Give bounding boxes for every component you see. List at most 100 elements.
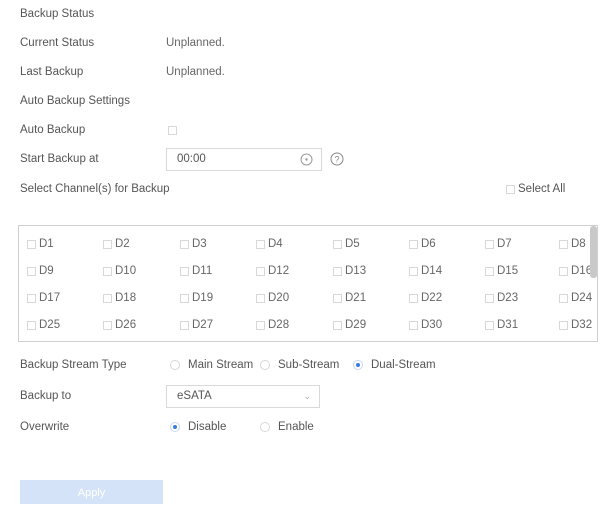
start-backup-time-input[interactable]: 00:00 [166, 148, 322, 171]
main-stream-option[interactable]: Main Stream [170, 359, 253, 371]
channel-option[interactable]: D23 [485, 292, 518, 304]
channel-label: D16 [571, 265, 593, 277]
channel-checkbox[interactable] [103, 320, 112, 330]
auto-backup-checkbox[interactable] [168, 126, 177, 135]
channel-label: D3 [192, 238, 207, 250]
channel-checkbox[interactable] [27, 320, 36, 330]
channel-option[interactable]: D25 [27, 319, 60, 331]
channel-option[interactable]: D19 [180, 292, 213, 304]
channel-checkbox[interactable] [333, 239, 342, 249]
channel-option[interactable]: D15 [485, 265, 518, 277]
channel-label: D5 [345, 238, 360, 250]
channel-checkbox[interactable] [333, 293, 342, 303]
channel-option[interactable]: D5 [333, 238, 360, 250]
apply-button[interactable]: Apply [20, 480, 163, 504]
svg-text:?: ? [334, 155, 339, 165]
channel-checkbox[interactable] [27, 239, 36, 249]
channel-label: D10 [115, 265, 137, 277]
channel-checkbox[interactable] [409, 293, 418, 303]
sub-stream-radio[interactable] [260, 360, 270, 370]
channel-checkbox[interactable] [103, 293, 112, 303]
last-backup-label: Last Backup [20, 66, 84, 78]
channel-label: D23 [497, 292, 519, 304]
channel-checkbox[interactable] [27, 293, 36, 303]
channel-option[interactable]: D29 [333, 319, 366, 331]
channel-checkbox[interactable] [559, 239, 568, 249]
channel-option[interactable]: D26 [103, 319, 136, 331]
channel-checkbox[interactable] [256, 293, 265, 303]
channel-label: D25 [39, 319, 61, 331]
sub-stream-label: Sub-Stream [278, 359, 340, 371]
channel-option[interactable]: D27 [180, 319, 213, 331]
channel-checkbox[interactable] [485, 293, 494, 303]
overwrite-enable-option[interactable]: Enable [260, 421, 314, 433]
channel-checkbox[interactable] [256, 266, 265, 276]
channel-label: D14 [421, 265, 443, 277]
clock-icon[interactable] [300, 153, 313, 166]
channel-label: D4 [268, 238, 283, 250]
select-all-checkbox[interactable] [506, 184, 515, 194]
channel-option[interactable]: D2 [103, 238, 130, 250]
channel-checkbox[interactable] [103, 266, 112, 276]
channel-checkbox[interactable] [485, 239, 494, 249]
channel-list-scrollbar[interactable] [590, 226, 597, 278]
start-backup-time-value: 00:00 [177, 153, 206, 165]
overwrite-disable-radio[interactable] [170, 422, 180, 432]
auto-backup-settings-heading: Auto Backup Settings [20, 95, 130, 107]
channel-option[interactable]: D11 [180, 265, 212, 277]
channel-option[interactable]: D8 [559, 238, 586, 250]
channel-option[interactable]: D13 [333, 265, 366, 277]
last-backup-value: Unplanned. [166, 66, 225, 78]
channel-checkbox[interactable] [559, 293, 568, 303]
channel-option[interactable]: D9 [27, 265, 54, 277]
channel-option[interactable]: D21 [333, 292, 366, 304]
help-icon[interactable]: ? [330, 152, 344, 166]
channel-option[interactable]: D31 [485, 319, 518, 331]
backup-to-select[interactable]: eSATA ⌄ [166, 385, 320, 408]
channel-label: D30 [421, 319, 443, 331]
channel-option[interactable]: D10 [103, 265, 136, 277]
sub-stream-option[interactable]: Sub-Stream [260, 359, 339, 371]
overwrite-enable-radio[interactable] [260, 422, 270, 432]
channel-option[interactable]: D12 [256, 265, 289, 277]
channel-option[interactable]: D3 [180, 238, 207, 250]
channel-option[interactable]: D18 [103, 292, 136, 304]
channel-option[interactable]: D16 [559, 265, 592, 277]
channel-checkbox[interactable] [256, 320, 265, 330]
dual-stream-option[interactable]: Dual-Stream [353, 359, 436, 371]
channel-checkbox[interactable] [180, 266, 189, 276]
channel-checkbox[interactable] [180, 239, 189, 249]
channel-option[interactable]: D1 [27, 238, 54, 250]
channel-checkbox[interactable] [180, 320, 189, 330]
channel-option[interactable]: D17 [27, 292, 60, 304]
channel-list[interactable]: D1 D2 D3 D4 D5 D6 D7 D8 D9 D10 D11 D12 D13 D14 D15 D16 D… [18, 225, 598, 342]
channel-checkbox[interactable] [409, 320, 418, 330]
channel-checkbox[interactable] [409, 266, 418, 276]
channel-option[interactable]: D22 [409, 292, 442, 304]
select-all-option[interactable]: Select All [506, 183, 565, 195]
channel-checkbox[interactable] [27, 266, 36, 276]
channel-checkbox[interactable] [485, 266, 494, 276]
channel-checkbox[interactable] [333, 320, 342, 330]
channel-checkbox[interactable] [103, 239, 112, 249]
channel-option[interactable]: D24 [559, 292, 592, 304]
channel-checkbox[interactable] [559, 266, 568, 276]
channel-option[interactable]: D7 [485, 238, 512, 250]
channel-option[interactable]: D4 [256, 238, 283, 250]
channel-checkbox[interactable] [256, 239, 265, 249]
channel-label: D12 [268, 265, 290, 277]
channel-checkbox[interactable] [409, 239, 418, 249]
channel-option[interactable]: D6 [409, 238, 436, 250]
channel-option[interactable]: D32 [559, 319, 592, 331]
main-stream-radio[interactable] [170, 360, 180, 370]
channel-checkbox[interactable] [333, 266, 342, 276]
overwrite-disable-option[interactable]: Disable [170, 421, 226, 433]
dual-stream-radio[interactable] [353, 360, 363, 370]
channel-option[interactable]: D30 [409, 319, 442, 331]
channel-checkbox[interactable] [559, 320, 568, 330]
channel-option[interactable]: D14 [409, 265, 442, 277]
channel-option[interactable]: D20 [256, 292, 289, 304]
channel-checkbox[interactable] [180, 293, 189, 303]
channel-checkbox[interactable] [485, 320, 494, 330]
channel-option[interactable]: D28 [256, 319, 289, 331]
